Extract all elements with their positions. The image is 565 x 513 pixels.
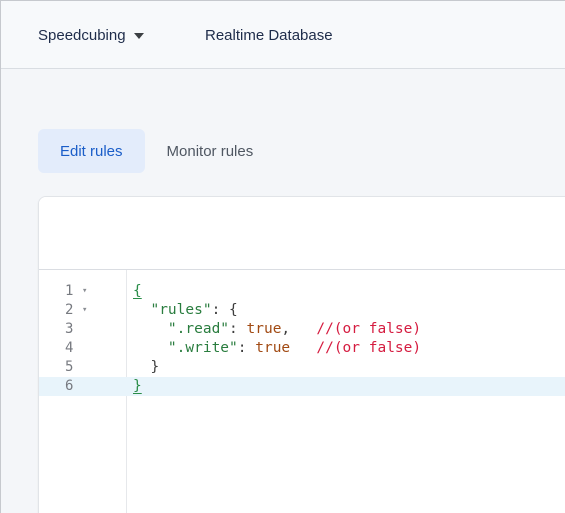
fold-arrow-icon[interactable]: ▾ [82, 301, 87, 320]
code-token: //(or false) [316, 340, 422, 356]
fold-arrow-icon[interactable]: ▾ [82, 282, 87, 301]
code-text: } [133, 377, 142, 396]
rules-code-editor[interactable]: 1 ▾{2 ▾ "rules": {3 ".read": true, //(or f… [39, 270, 565, 513]
product-title: Realtime Database [205, 27, 333, 44]
console-window: Speedcubing Realtime Database Edit rules… [0, 0, 565, 513]
code-token: } [133, 378, 142, 394]
tab-edit-rules[interactable]: Edit rules [38, 129, 145, 173]
caret-down-icon [133, 33, 144, 39]
code-line[interactable]: 2 ▾ "rules": { [39, 301, 565, 320]
line-number: 4 [65, 340, 74, 356]
code-text: ".read": true, //(or false) [133, 320, 421, 339]
code-token: } [133, 359, 160, 375]
code-token: ".read" [167, 321, 230, 337]
code-token: "rules" [150, 302, 212, 318]
top-header: Speedcubing Realtime Database [1, 1, 565, 69]
tab-label: Edit rules [60, 142, 123, 160]
line-number: 3 [65, 321, 74, 337]
code-line[interactable]: 4 ".write": true //(or false) [39, 339, 565, 358]
code-text: { [133, 282, 142, 301]
code-token: { [133, 283, 142, 299]
code-token: ".write" [167, 340, 238, 356]
code-text: "rules": { [133, 301, 238, 320]
code-line[interactable]: 3 ".read": true, //(or false) [39, 320, 565, 339]
project-switcher[interactable]: Speedcubing [38, 27, 144, 44]
code-token: : { [211, 302, 238, 318]
code-token: //(or false) [316, 321, 422, 337]
line-number: 6 [65, 378, 74, 394]
code-token: , [281, 321, 317, 337]
code-token: : [237, 340, 256, 356]
code-text: } [133, 358, 159, 377]
tab-monitor-rules[interactable]: Monitor rules [145, 129, 276, 173]
code-token: true [255, 340, 291, 356]
code-token: true [246, 321, 282, 337]
tab-label: Monitor rules [166, 142, 254, 160]
code-line[interactable]: 5 } [39, 358, 565, 377]
project-name: Speedcubing [38, 27, 126, 44]
code-text: ".write": true //(or false) [133, 339, 421, 358]
rules-card: 1 ▾{2 ▾ "rules": {3 ".read": true, //(or f… [38, 196, 565, 513]
code-line[interactable]: 1 ▾{ [39, 282, 565, 301]
code-token: : [229, 321, 247, 337]
rules-tabs: Edit rules Monitor rules [38, 129, 275, 173]
editor-toolbar [39, 197, 565, 270]
code-line[interactable]: 6} [39, 377, 565, 396]
line-number: 5 [65, 359, 74, 375]
